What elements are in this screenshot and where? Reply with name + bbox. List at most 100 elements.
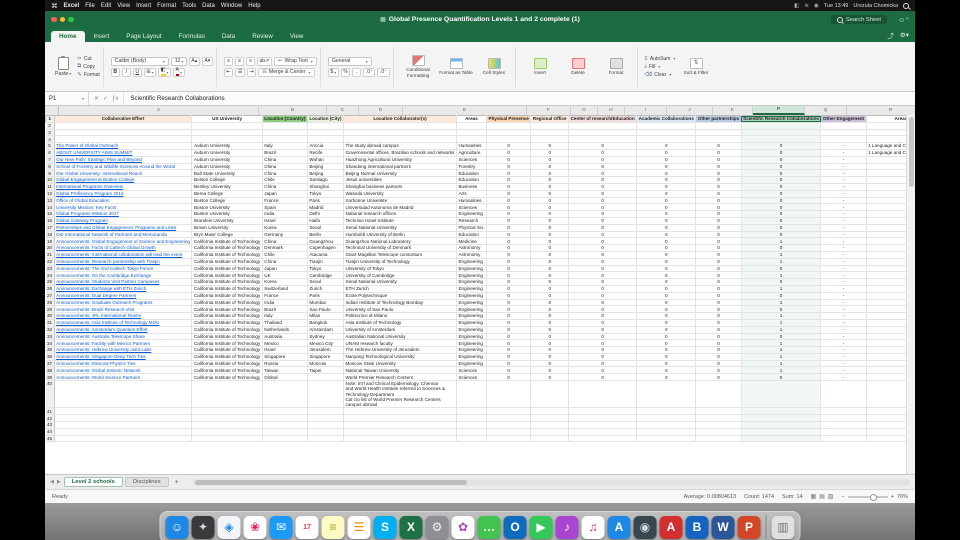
search-sheet-field[interactable]: Search Sheet [830,15,887,24]
cell[interactable] [695,122,742,130]
cell[interactable]: Boston College [191,176,263,184]
cell[interactable]: 0 [530,183,570,191]
cell[interactable]: - [820,278,867,286]
font-size-select[interactable]: 12 ▾ [170,56,187,66]
cell[interactable]: 0 [695,224,742,232]
cell[interactable]: Beijing [307,169,345,178]
cell[interactable] [530,135,570,144]
row-number[interactable]: 25 [45,278,55,286]
wifi-icon[interactable]: ≋ [804,3,809,9]
cell[interactable]: 0 [568,183,638,191]
cell[interactable]: 0 [636,142,697,150]
cell[interactable] [530,421,570,429]
collab-link[interactable]: Announcements: Facts of Caltech Global G… [56,245,156,250]
cell[interactable] [866,271,907,280]
cell[interactable] [741,129,822,137]
menu-item-window[interactable]: Window [221,3,242,9]
cell[interactable]: - [820,319,867,327]
cell[interactable]: 0 [486,333,532,341]
insert-function-icon[interactable]: ƒx [112,96,118,102]
collab-link[interactable]: Announcements: Research partnership with… [56,259,160,264]
cell[interactable]: 0 [568,244,638,252]
cell[interactable] [54,122,193,130]
cell[interactable]: 0 [636,305,697,314]
next-sheet-icon[interactable]: ▶ [57,479,61,485]
column-header[interactable]: Collaborative Effort [53,115,193,123]
cell[interactable]: 0 [636,237,697,246]
cell[interactable]: 0 [695,197,742,205]
cell[interactable]: 0 [530,312,570,320]
cell[interactable]: Seoul [307,224,345,232]
cell[interactable]: 0 [695,183,742,191]
cell[interactable]: University of Tokyo [343,265,457,273]
cell[interactable]: Announcements: Global Engagement of Scie… [54,237,193,246]
cell[interactable]: Education [456,169,488,178]
cell[interactable] [54,428,193,436]
collab-link[interactable]: Announcements: Graduate Outreach Program… [56,300,152,305]
cell[interactable] [568,428,638,436]
cell[interactable]: 0 [486,203,532,212]
cell[interactable] [636,122,697,130]
cell[interactable]: Boston University [191,210,263,218]
cell[interactable]: Announcements: International collaborati… [54,251,193,259]
cell[interactable]: 0 [530,360,570,368]
cell[interactable] [820,135,867,144]
cell[interactable]: 0 [741,265,822,273]
column-letter-H[interactable]: H [598,106,625,115]
collab-link[interactable]: Announcements: Global Engagement of Scie… [56,239,190,244]
cell[interactable]: - [820,197,867,205]
cell[interactable] [866,312,907,320]
cell[interactable] [486,421,532,429]
cell[interactable]: 0 [636,176,697,184]
cell[interactable] [820,380,867,409]
cell[interactable]: - [820,305,867,314]
cell[interactable]: International Programs Overview [54,183,193,191]
cell[interactable]: 0 [568,203,638,212]
cell[interactable]: Russia [262,360,308,368]
collab-link[interactable]: Announcements: International collaborati… [56,252,182,257]
column-letter-E[interactable]: E [403,106,527,115]
cell[interactable]: Korea [262,278,308,286]
cell[interactable]: 1 [741,299,822,307]
cell[interactable]: 0 [695,360,742,368]
spotlight-icon[interactable] [903,2,909,9]
cell[interactable]: California Institute of Technology [191,278,263,286]
row-number[interactable]: 16 [45,217,55,225]
cell[interactable]: 0 [695,149,742,157]
row-number[interactable]: 7 [45,156,55,164]
cell[interactable] [307,414,345,423]
cell[interactable]: Boston College [191,197,263,205]
row-number[interactable]: 26 [45,285,55,293]
cell[interactable] [307,407,345,416]
cell[interactable] [820,407,867,416]
column-letter-I[interactable]: I [625,106,667,115]
cell[interactable]: Forestry [456,163,488,171]
share-icon[interactable]: ⤴ [887,30,894,40]
align-bottom-icon[interactable]: ≡ [245,56,255,66]
align-middle-icon[interactable]: ≡ [234,56,244,66]
cell[interactable]: 0 [486,278,532,286]
cell[interactable]: 0 [486,231,532,239]
collab-link[interactable]: Announcements: Students Visit Partner Ca… [56,279,159,284]
cell[interactable]: California Institute of Technology [191,271,263,280]
dock-messages[interactable]: … [477,515,501,539]
cell[interactable]: Auburn University [191,142,263,150]
cell[interactable] [695,129,742,137]
menubar-clock[interactable]: Tue 13:49 [824,3,849,9]
cell[interactable]: 0 [486,163,532,171]
cell[interactable]: 0 [530,142,570,150]
cell[interactable] [866,244,907,252]
cell[interactable]: Sydney [307,333,345,341]
cell[interactable]: Research [456,217,488,225]
cell[interactable] [636,428,697,436]
cell[interactable]: Engineering [456,210,488,218]
cell[interactable] [866,346,907,354]
cell[interactable]: California Institute of Technology [191,285,263,293]
cell[interactable]: 0 [486,224,532,232]
cell[interactable]: Singapore [262,353,308,361]
cell[interactable]: 0 [486,326,532,334]
row-number[interactable]: 29 [45,305,55,314]
cell[interactable]: Arts [456,190,488,198]
cell[interactable]: Sciences [456,156,488,164]
collab-link[interactable]: Office of Global Education [56,198,109,203]
